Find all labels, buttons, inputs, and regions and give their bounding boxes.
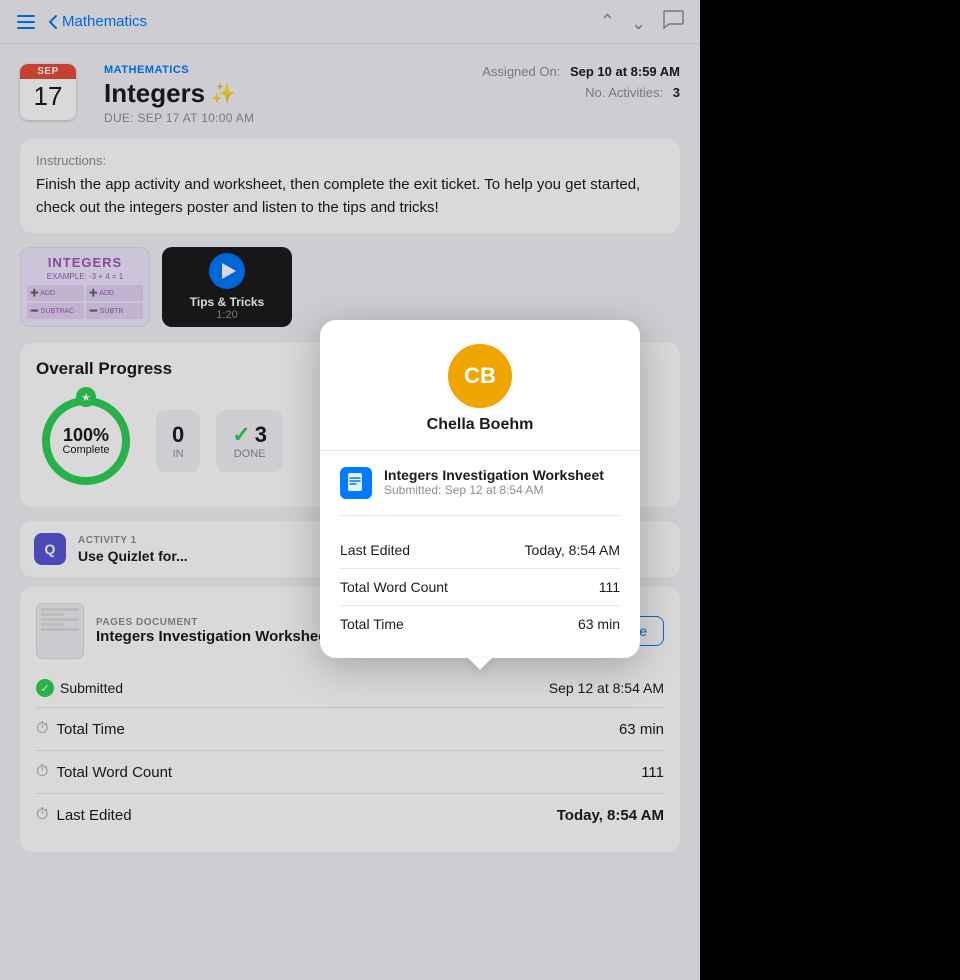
popup-header: CB Chella Boehm xyxy=(320,320,640,451)
popup-document-row: Integers Investigation Worksheet Submitt… xyxy=(340,467,620,516)
popup-stat-total-time: Total Time 63 min xyxy=(340,606,620,642)
popup-overlay[interactable]: CB Chella Boehm Integers Investigation W… xyxy=(0,0,960,980)
popup-stat-word-count: Total Word Count 111 xyxy=(340,569,620,606)
popup-body: Integers Investigation Worksheet Submitt… xyxy=(320,451,640,658)
student-name: Chella Boehm xyxy=(427,416,534,434)
student-avatar: CB xyxy=(448,344,512,408)
popup-arrow xyxy=(468,658,492,670)
popup-stat-last-edited: Last Edited Today, 8:54 AM xyxy=(340,532,620,569)
popup-doc-title: Integers Investigation Worksheet xyxy=(384,467,604,483)
popup-doc-subtitle: Submitted: Sep 12 at 8:54 AM xyxy=(384,483,604,497)
popup-doc-icon xyxy=(340,467,372,499)
popup-card: CB Chella Boehm Integers Investigation W… xyxy=(320,320,640,658)
